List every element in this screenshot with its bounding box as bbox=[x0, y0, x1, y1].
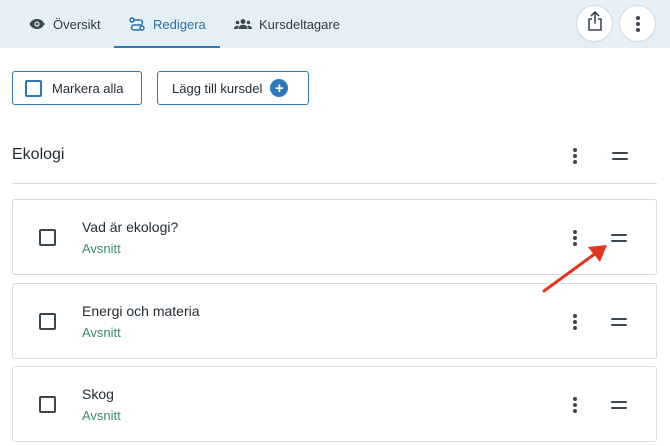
item-checkbox[interactable] bbox=[39, 229, 56, 246]
item-title: Vad är ekologi? bbox=[82, 219, 179, 235]
tab-overview-label: Översikt bbox=[53, 16, 101, 32]
select-all-button[interactable]: Markera alla bbox=[12, 71, 142, 105]
more-vertical-icon bbox=[635, 15, 641, 32]
eye-icon bbox=[28, 17, 46, 31]
select-all-label: Markera alla bbox=[52, 80, 124, 96]
tab-edit-label: Redigera bbox=[153, 16, 206, 32]
section-more-icon[interactable] bbox=[572, 148, 578, 164]
item-title: Skog bbox=[82, 386, 114, 402]
item-title: Energi och materia bbox=[82, 303, 200, 319]
people-icon bbox=[234, 17, 252, 31]
item-type: Avsnitt bbox=[82, 408, 121, 423]
list-item[interactable]: Energi och materia Avsnitt bbox=[12, 283, 657, 359]
add-course-part-label: Lägg till kursdel bbox=[172, 80, 263, 96]
section-drag-handle-icon[interactable] bbox=[612, 152, 628, 160]
drag-handle-icon[interactable] bbox=[611, 318, 627, 326]
select-all-checkbox[interactable] bbox=[25, 79, 42, 97]
add-course-part-button[interactable]: Lägg till kursdel + bbox=[157, 71, 309, 105]
list-item[interactable]: Skog Avsnitt bbox=[12, 366, 657, 442]
share-icon bbox=[587, 11, 603, 36]
item-more-icon[interactable] bbox=[572, 230, 578, 246]
drag-handle-icon[interactable] bbox=[611, 234, 627, 242]
tab-participants-label: Kursdeltagare bbox=[259, 16, 340, 32]
more-options-button[interactable] bbox=[619, 5, 656, 42]
top-navigation-bar: Översikt Redigera Kursdeltagare bbox=[0, 0, 670, 48]
tab-edit[interactable]: Redigera bbox=[114, 0, 220, 48]
section-title: Ekologi bbox=[12, 146, 65, 163]
item-type: Avsnitt bbox=[82, 325, 121, 340]
item-type: Avsnitt bbox=[82, 241, 121, 256]
plus-circle-icon: + bbox=[270, 79, 289, 97]
item-more-icon[interactable] bbox=[572, 314, 578, 330]
tab-overview[interactable]: Översikt bbox=[28, 0, 101, 48]
share-button[interactable] bbox=[576, 5, 613, 42]
item-checkbox[interactable] bbox=[39, 396, 56, 413]
item-more-icon[interactable] bbox=[572, 397, 578, 413]
edit-flow-icon bbox=[128, 17, 146, 31]
list-item[interactable]: Vad är ekologi? Avsnitt bbox=[12, 199, 657, 275]
item-checkbox[interactable] bbox=[39, 313, 56, 330]
section-divider bbox=[12, 183, 657, 184]
tab-participants[interactable]: Kursdeltagare bbox=[234, 0, 340, 48]
drag-handle-icon[interactable] bbox=[611, 401, 627, 409]
